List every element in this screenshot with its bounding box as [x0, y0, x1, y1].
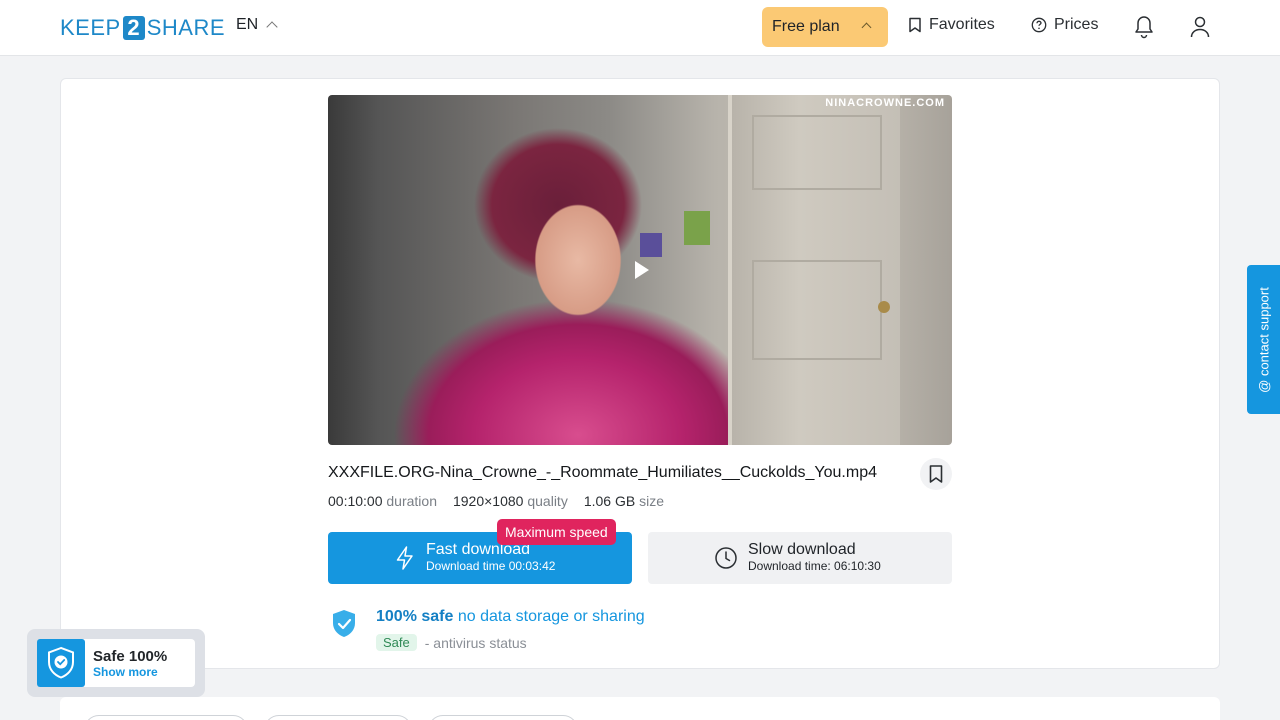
- shield-check-icon: [333, 610, 355, 637]
- slow-download-button[interactable]: Slow download Download time: 06:10:30: [648, 532, 952, 584]
- help-circle-icon: [1031, 17, 1047, 33]
- contact-support-tab[interactable]: @ contact support: [1247, 265, 1280, 414]
- favorites-label: Favorites: [929, 16, 995, 33]
- free-plan-label: Free plan: [772, 18, 840, 35]
- bottom-panel: [60, 697, 1220, 720]
- bookmark-icon: [909, 17, 921, 33]
- video-preview[interactable]: NINACROWNE.COM: [328, 95, 952, 445]
- user-icon: [1190, 16, 1210, 38]
- door-panel: [752, 115, 882, 190]
- free-plan-button[interactable]: Free plan: [762, 7, 888, 47]
- meta-duration: 00:10:00 duration: [328, 493, 437, 509]
- video-door: [728, 95, 900, 445]
- lightning-icon: [396, 545, 413, 570]
- safety-info: 100% safe no data storage or sharing Saf…: [330, 608, 645, 651]
- logo-text-right: SHARE: [146, 15, 225, 40]
- filter-pill[interactable]: [264, 715, 412, 720]
- language-selector[interactable]: EN: [236, 16, 278, 34]
- wall-poster: [640, 233, 662, 257]
- chevron-up-icon: [266, 21, 278, 33]
- contact-support-label: @ contact support: [1256, 286, 1271, 393]
- meta-size: 1.06 GB size: [583, 493, 664, 509]
- filter-pill[interactable]: [428, 715, 578, 720]
- chevron-up-icon: [861, 22, 872, 33]
- slow-download-label: Slow download: [748, 541, 856, 558]
- meta-quality: 1920×1080 quality: [452, 493, 568, 509]
- door-knob: [878, 301, 890, 313]
- play-icon[interactable]: [635, 261, 649, 279]
- safety-title: 100% safe no data storage or sharing: [376, 608, 645, 625]
- file-name: XXXFILE.ORG-Nina_Crowne_-_Roommate_Humil…: [328, 464, 877, 481]
- video-watermark: NINACROWNE.COM: [825, 97, 945, 109]
- wall-poster: [684, 211, 710, 245]
- bell-icon: [1135, 16, 1153, 39]
- shield-check-icon: [48, 646, 74, 679]
- widget-shield: [37, 639, 85, 687]
- clock-icon: [715, 546, 737, 569]
- account-button[interactable]: [1188, 14, 1212, 40]
- favorites-link[interactable]: Favorites: [908, 16, 995, 34]
- bookmark-icon: [929, 465, 943, 483]
- keep2share-logo[interactable]: KEEP 2 SHARE: [60, 14, 225, 42]
- safe-widget[interactable]: Safe 100% Show more: [27, 629, 205, 697]
- language-label: EN: [236, 16, 259, 33]
- prices-link[interactable]: Prices: [1031, 16, 1098, 34]
- antivirus-status-label: - antivirus status: [424, 634, 527, 651]
- slow-download-time: Download time: 06:10:30: [748, 559, 881, 573]
- safe-badge: Safe: [376, 634, 417, 651]
- show-more-link[interactable]: Show more: [93, 665, 167, 679]
- maximum-speed-badge: Maximum speed: [497, 519, 616, 545]
- widget-title: Safe 100%: [93, 647, 168, 665]
- prices-label: Prices: [1054, 16, 1099, 33]
- logo-badge: 2: [122, 16, 145, 40]
- antivirus-status: Safe - antivirus status: [376, 634, 645, 651]
- door-panel: [752, 260, 882, 360]
- add-to-favorites-button[interactable]: [920, 458, 952, 490]
- top-header: KEEP 2 SHARE EN Free plan Favorites Pric…: [0, 0, 1280, 56]
- notifications-button[interactable]: [1132, 14, 1156, 40]
- fast-download-time: Download time 00:03:42: [426, 559, 556, 573]
- logo-text-left: KEEP: [60, 15, 121, 40]
- file-meta: 00:10:00 duration 1920×1080 quality 1.06…: [328, 493, 664, 509]
- filter-pill[interactable]: [84, 715, 248, 720]
